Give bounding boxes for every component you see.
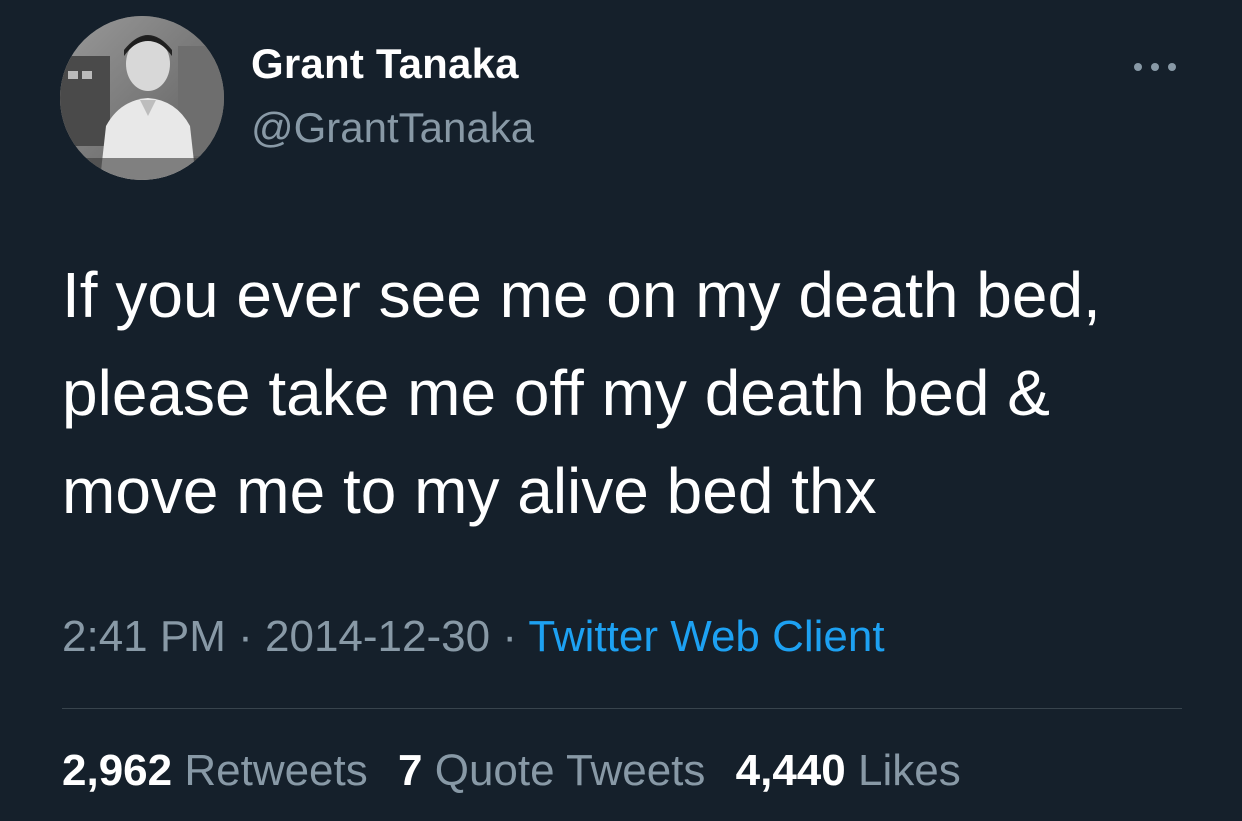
tweet-card: Grant Tanaka @GrantTanaka If you ever se… [0,0,1242,821]
tweet-source-link[interactable]: Twitter Web Client [528,612,884,661]
tweet-time[interactable]: 2:41 PM [62,612,226,661]
retweets-count: 2,962 [62,746,173,795]
tweet-text-line: move me to my alive bed thx [62,455,877,527]
avatar[interactable] [60,16,224,180]
tweet-text-line: please take me off my death bed & [62,357,1050,429]
display-name[interactable]: Grant Tanaka [251,40,519,88]
retweets-label: Retweets [184,746,368,795]
quote-tweets-stat[interactable]: 7 Quote Tweets [398,746,705,795]
quote-tweets-count: 7 [398,746,423,795]
divider [62,708,1182,709]
meta-separator: · [238,612,265,661]
more-horizontal-icon [1134,63,1142,71]
profile-photo-icon [60,16,224,180]
more-horizontal-icon-dot [1168,63,1176,71]
quote-tweets-label: Quote Tweets [434,746,706,795]
retweets-stat[interactable]: 2,962 Retweets [62,746,368,795]
tweet-text-line: If you ever see me on my death bed, [62,259,1101,331]
more-horizontal-icon-dot [1151,63,1159,71]
more-options-button[interactable] [1128,52,1182,82]
tweet-text: If you ever see me on my death bed, plea… [62,246,1182,540]
tweet-stats: 2,962 Retweets 7 Quote Tweets 4,440 Like… [62,746,979,796]
tweet-metadata: 2:41 PM · 2014-12-30 · Twitter Web Clien… [62,612,885,662]
likes-stat[interactable]: 4,440 Likes [736,746,961,795]
likes-count: 4,440 [735,746,846,795]
likes-label: Likes [857,746,961,795]
meta-separator: · [502,612,529,661]
user-handle[interactable]: @GrantTanaka [251,104,534,152]
tweet-date[interactable]: 2014-12-30 [265,612,490,661]
